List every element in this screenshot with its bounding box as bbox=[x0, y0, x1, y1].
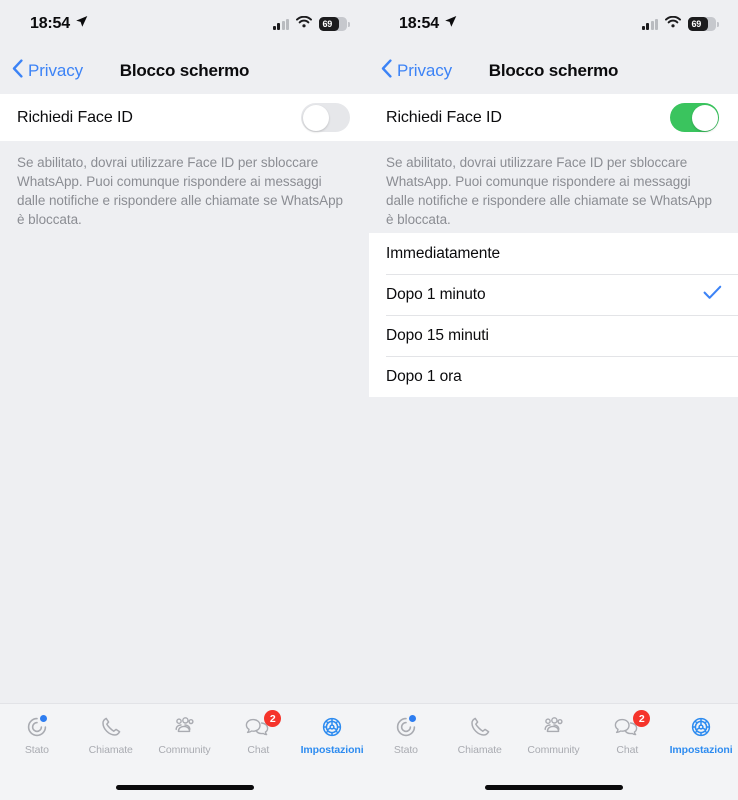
tab-community[interactable]: Community bbox=[148, 713, 222, 756]
tab-bar-left: Stato Chiamate Community 2 Chat Impostaz… bbox=[0, 703, 369, 775]
battery-icon: 69 bbox=[319, 17, 350, 31]
content-area-right: Richiedi Face ID Se abilitato, dovrai ut… bbox=[369, 94, 738, 703]
lock-delay-options-card: Immediatamente Dopo 1 minuto Dopo 15 min… bbox=[369, 233, 738, 397]
status-bar-left: 18:54 bbox=[30, 15, 88, 33]
face-id-footnote: Se abilitato, dovrai utilizzare Face ID … bbox=[17, 155, 343, 227]
phone-icon bbox=[99, 713, 123, 741]
tab-label-community: Community bbox=[527, 744, 580, 756]
face-id-footnote: Se abilitato, dovrai utilizzare Face ID … bbox=[386, 155, 712, 227]
tab-impostazioni[interactable]: Impostazioni bbox=[295, 713, 369, 756]
face-id-label: Richiedi Face ID bbox=[386, 108, 502, 126]
status-bar: 18:54 69 bbox=[0, 0, 369, 48]
tab-label-chiamate: Chiamate bbox=[88, 744, 133, 756]
status-unread-dot bbox=[39, 715, 47, 722]
phone-screen-right: 18:54 69 Privacy Blocco schermo Richiedi… bbox=[369, 0, 738, 800]
gear-icon bbox=[689, 713, 713, 741]
location-arrow-icon bbox=[444, 15, 457, 33]
wifi-icon bbox=[296, 15, 312, 33]
tab-label-stato: Stato bbox=[393, 744, 418, 756]
status-bar-right: 69 bbox=[272, 15, 350, 33]
status-time: 18:54 bbox=[30, 15, 70, 32]
home-indicator-area-right bbox=[369, 775, 738, 800]
dual-screenshot-comparison: 18:54 69 Privacy Blocco schermo Richiedi… bbox=[0, 0, 738, 800]
status-rings-icon bbox=[394, 713, 418, 741]
tab-chiamate[interactable]: Chiamate bbox=[443, 713, 517, 756]
face-id-setting-row[interactable]: Richiedi Face ID bbox=[0, 94, 369, 141]
battery-icon: 69 bbox=[688, 17, 719, 31]
gear-icon bbox=[320, 713, 344, 741]
status-bar-right: 69 bbox=[641, 15, 719, 33]
tab-stato[interactable]: Stato bbox=[369, 713, 443, 756]
phone-screen-left: 18:54 69 Privacy Blocco schermo Richiedi… bbox=[0, 0, 369, 800]
option-immediatamente[interactable]: Immediatamente bbox=[369, 233, 738, 274]
option-label: Immediatamente bbox=[386, 244, 501, 262]
face-id-toggle-off[interactable] bbox=[301, 103, 350, 132]
back-button[interactable]: Privacy bbox=[381, 59, 452, 83]
face-id-setting-row[interactable]: Richiedi Face ID bbox=[369, 94, 738, 141]
wifi-icon bbox=[665, 15, 681, 33]
home-indicator[interactable] bbox=[115, 785, 254, 790]
option-label: Dopo 15 minuti bbox=[386, 326, 489, 344]
battery-percent: 69 bbox=[322, 19, 333, 29]
tab-chiamate[interactable]: Chiamate bbox=[74, 713, 148, 756]
option-dopo-1-minuto[interactable]: Dopo 1 minuto bbox=[369, 274, 738, 315]
tab-bar-right: Stato Chiamate Community 2 Chat Impostaz… bbox=[369, 703, 738, 775]
toggle-knob bbox=[302, 104, 329, 131]
tab-stato[interactable]: Stato bbox=[0, 713, 74, 756]
navigation-bar: Privacy Blocco schermo bbox=[0, 48, 369, 94]
chat-bubbles-icon: 2 bbox=[244, 710, 282, 741]
back-button-label: Privacy bbox=[397, 61, 453, 80]
tab-label-chat: Chat bbox=[247, 744, 270, 756]
home-indicator[interactable] bbox=[484, 785, 623, 790]
phone-icon bbox=[468, 713, 492, 741]
back-button-label: Privacy bbox=[28, 61, 84, 80]
tab-label-community: Community bbox=[158, 744, 211, 756]
cellular-bars-icon bbox=[272, 18, 289, 30]
status-bar: 18:54 69 bbox=[369, 0, 738, 48]
chat-bubbles-icon: 2 bbox=[613, 710, 651, 741]
face-id-toggle-on[interactable] bbox=[670, 103, 719, 132]
home-indicator-area-left bbox=[0, 775, 369, 800]
tab-chat[interactable]: 2 Chat bbox=[221, 710, 295, 756]
option-label: Dopo 1 ora bbox=[386, 367, 462, 385]
cellular-bars-icon bbox=[641, 18, 658, 30]
status-time: 18:54 bbox=[399, 15, 439, 32]
tab-label-impostazioni: Impostazioni bbox=[669, 744, 733, 756]
chat-unread-badge: 2 bbox=[264, 710, 282, 727]
navigation-bar: Privacy Blocco schermo bbox=[369, 48, 738, 94]
back-button[interactable]: Privacy bbox=[12, 59, 83, 83]
chat-unread-badge: 2 bbox=[633, 710, 651, 727]
checkmark-icon bbox=[703, 285, 722, 305]
chevron-left-icon bbox=[12, 59, 23, 83]
tab-community[interactable]: Community bbox=[517, 713, 591, 756]
option-dopo-1-ora[interactable]: Dopo 1 ora bbox=[369, 356, 738, 397]
option-dopo-15-minuti[interactable]: Dopo 15 minuti bbox=[369, 315, 738, 356]
toggle-knob bbox=[691, 104, 718, 131]
status-rings-icon bbox=[25, 713, 49, 741]
tab-impostazioni[interactable]: Impostazioni bbox=[664, 713, 738, 756]
chevron-left-icon bbox=[381, 59, 392, 83]
location-arrow-icon bbox=[75, 15, 88, 33]
status-bar-left: 18:54 bbox=[399, 15, 457, 33]
tab-label-chiamate: Chiamate bbox=[457, 744, 502, 756]
tab-label-chat: Chat bbox=[616, 744, 639, 756]
tab-label-stato: Stato bbox=[24, 744, 49, 756]
community-icon bbox=[540, 713, 566, 741]
community-icon bbox=[171, 713, 197, 741]
tab-label-impostazioni: Impostazioni bbox=[300, 744, 364, 756]
content-area-left: Richiedi Face ID Se abilitato, dovrai ut… bbox=[0, 94, 369, 703]
tab-chat[interactable]: 2 Chat bbox=[590, 710, 664, 756]
battery-percent: 69 bbox=[691, 19, 702, 29]
status-unread-dot bbox=[408, 715, 416, 722]
face-id-label: Richiedi Face ID bbox=[17, 108, 133, 126]
option-label: Dopo 1 minuto bbox=[386, 285, 486, 303]
